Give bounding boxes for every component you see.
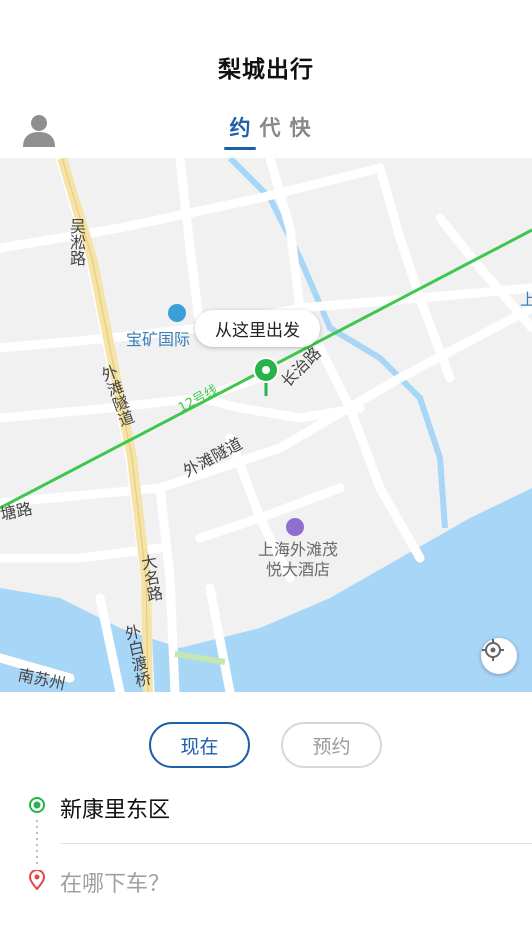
tab-designated-driver[interactable]: 代 <box>256 114 284 142</box>
locate-button[interactable] <box>481 638 517 674</box>
pickup-callout[interactable]: 从这里出发 <box>195 310 320 347</box>
app-title: 梨城出行 <box>218 57 314 83</box>
map-label-edge: 上 <box>520 290 532 309</box>
origin-dot-icon <box>29 797 45 817</box>
route-connector <box>36 818 38 866</box>
route-divider <box>60 843 532 844</box>
service-tabs: 约 代 快 <box>224 114 314 150</box>
user-avatar-icon[interactable] <box>20 112 58 148</box>
destination-pin-icon <box>28 869 46 894</box>
map-label-wusong-road: 吴淞路 <box>67 218 86 266</box>
header: 梨城出行 约 代 快 <box>0 0 532 158</box>
map-view[interactable]: 吴淞路 宝矿国际 外滩隧道 12号线 长治路 外滩隧道 上海外滩茂悦大酒店 大名… <box>0 158 532 692</box>
crosshair-icon <box>482 639 504 661</box>
destination-input[interactable]: 在哪下车？ <box>60 866 170 898</box>
hotel-icon <box>286 518 304 536</box>
tab-express[interactable]: 快 <box>286 114 314 142</box>
reserve-button[interactable]: 预约 <box>281 722 382 768</box>
now-button[interactable]: 现在 <box>149 722 250 768</box>
start-pin-icon <box>253 357 279 396</box>
building-icon <box>168 304 186 322</box>
origin-address[interactable]: 新康里东区 <box>60 792 170 824</box>
tab-reserve[interactable]: 约 <box>224 114 256 150</box>
map-label-baokuang: 宝矿国际 <box>126 330 191 349</box>
map-label-hotel: 上海外滩茂悦大酒店 <box>257 540 338 579</box>
